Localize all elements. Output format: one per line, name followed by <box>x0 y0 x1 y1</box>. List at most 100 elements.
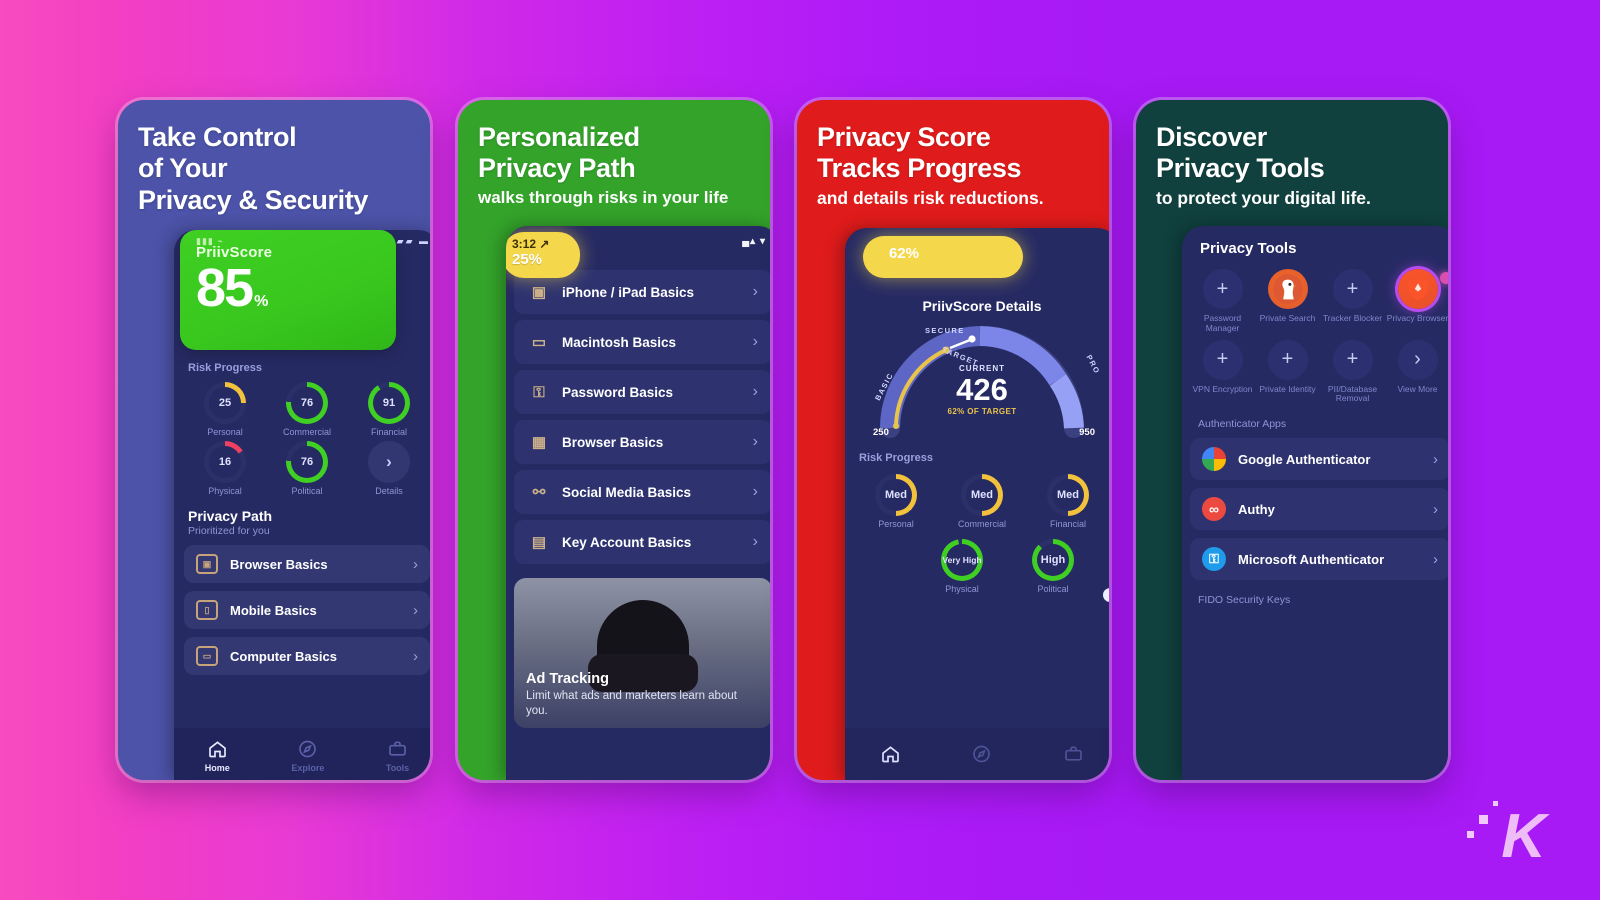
authenticator-apps-label: Authenticator Apps <box>1198 418 1287 431</box>
tool-vpn-encryption[interactable]: + VPN Encryption <box>1190 339 1255 405</box>
priivscore-unit: % <box>254 293 268 310</box>
scroll-handle-3[interactable] <box>1103 588 1109 602</box>
risk-ring-value: Med <box>885 489 907 501</box>
status-icons-1: ▰▰ ▬ <box>396 236 430 246</box>
laptop-icon: ▭ <box>531 334 547 351</box>
list-item-label: Social Media Basics <box>562 484 692 500</box>
list-item-password[interactable]: ⚿ Password Basics › <box>514 370 770 414</box>
risk-ring-value: Med <box>1057 489 1079 501</box>
tool-private-search[interactable]: Private Search <box>1255 269 1320 334</box>
risk-ring-financial[interactable]: 91 Financial <box>348 382 430 437</box>
authenticator-label: Authy <box>1238 501 1275 517</box>
tab-label: Home <box>204 763 230 773</box>
risk-ring-political[interactable]: 76 Political <box>266 441 348 496</box>
headline-line-1: Take Control <box>138 122 297 152</box>
progress-badge-2[interactable]: 3:12 ↗ 25% <box>506 232 580 278</box>
authy-icon: ∞ <box>1202 497 1226 522</box>
tab-tools[interactable]: Tools <box>386 739 409 773</box>
device-screen-4: Privacy Tools + Password Manager Private… <box>1182 226 1448 780</box>
tool-label: VPN Encryption <box>1192 383 1253 394</box>
privacy-path-item-computer[interactable]: ▭ Computer Basics › <box>184 637 430 675</box>
risk-ring-political[interactable]: High Political <box>995 539 1109 594</box>
headline-privacy-score: Privacy Score Tracks Progress and detail… <box>797 100 1109 209</box>
ad-tracking-card[interactable]: Ad Tracking Limit what ads and marketers… <box>514 578 770 728</box>
risk-ring-arc: 91 <box>368 382 410 424</box>
gauge-current-value: 426 <box>956 372 1008 407</box>
badge-percent: 25% <box>512 251 543 268</box>
tabbar-3 <box>845 728 1109 780</box>
tool-tracker-blocker[interactable]: + Tracker Blocker <box>1320 269 1385 334</box>
headline-line-1: Discover <box>1156 122 1267 152</box>
google-icon <box>1202 447 1226 472</box>
chevron-right-icon: › <box>752 283 758 300</box>
risk-ring-label: Physical <box>945 584 979 594</box>
risk-ring-personal[interactable]: 25 Personal <box>184 382 266 437</box>
privacy-path-item-browser[interactable]: ▣ Browser Basics › <box>184 545 430 583</box>
list-item-macintosh[interactable]: ▭ Macintosh Basics › <box>514 320 770 364</box>
tab-explore[interactable] <box>971 744 992 768</box>
plus-icon: + <box>1332 339 1373 380</box>
priivscore-gauge[interactable]: BASIC SECURE PRO TARGET CURRENT 426 62% … <box>845 320 1109 440</box>
risk-ring-label: Financial <box>1049 519 1087 529</box>
headline-sub: walks through risks in your life <box>478 187 729 207</box>
list-item-social-media[interactable]: ⚯ Social Media Basics › <box>514 470 770 514</box>
risk-progress-grid-3-row1: Med Personal Med Commercial Med Financia… <box>845 470 1109 529</box>
toolbox-icon <box>1063 744 1084 768</box>
risk-ring-value: Very High <box>942 554 982 565</box>
tool-pii-database-removal[interactable]: + PII/Database Removal <box>1320 339 1385 405</box>
privacy-path-item-mobile[interactable]: ▯ Mobile Basics › <box>184 591 430 629</box>
chevron-right-icon: › <box>413 601 418 619</box>
tool-privacy-browser[interactable]: Privacy Browser <box>1385 269 1448 334</box>
tab-home[interactable]: Home <box>205 739 230 773</box>
risk-ring-commercial[interactable]: Med Commercial <box>939 474 1025 529</box>
headline-line-1: Personalized <box>478 122 640 152</box>
notification-dot <box>1440 272 1448 284</box>
chevron-right-icon: › <box>752 333 758 350</box>
tool-view-more[interactable]: › View More <box>1385 339 1448 405</box>
chevron-right-icon: › <box>368 441 410 483</box>
risk-ring-personal[interactable]: Med Personal <box>853 474 939 529</box>
plus-icon: + <box>1202 339 1243 380</box>
phone-privacy-score: Privacy Score Tracks Progress and detail… <box>797 100 1109 780</box>
progress-badge-3[interactable]: 62% <box>863 236 1023 278</box>
risk-ring-value: High <box>1040 554 1066 566</box>
tool-private-identity[interactable]: + Private Identity <box>1255 339 1320 405</box>
knowtechie-watermark: K <box>1444 788 1554 868</box>
risk-details-button[interactable]: › Details <box>348 441 430 496</box>
tab-label: Explore <box>291 763 325 773</box>
tab-home[interactable] <box>880 744 901 768</box>
headline-sub: and details risk reductions. <box>817 187 1044 208</box>
authenticator-authy[interactable]: ∞ Authy › <box>1190 488 1448 531</box>
device-screen-1: ▮▮▮ ⌁ PriivScore 85% ▰▰ ▬ ? Risk Progres… <box>174 230 430 780</box>
risk-ring-label: Personal <box>878 519 914 529</box>
tab-explore[interactable]: Explore <box>291 739 324 773</box>
mobile-icon: ▯ <box>196 600 218 620</box>
risk-ring-commercial[interactable]: 76 Commercial <box>266 382 348 437</box>
risk-ring-financial[interactable]: Med Financial <box>1025 474 1109 529</box>
priivscore-value: 85% <box>196 258 268 318</box>
priivscore-card[interactable]: ▮▮▮ ⌁ PriivScore 85% <box>180 230 396 350</box>
device-screen-3: 62% PriivScore Details BASIC SECURE PRO … <box>845 228 1109 780</box>
authenticator-microsoft[interactable]: ⚿ Microsoft Authenticator › <box>1190 538 1448 581</box>
tool-password-manager[interactable]: + Password Manager <box>1190 269 1255 334</box>
risk-ring-label: Political <box>1037 584 1069 594</box>
authenticator-google[interactable]: Google Authenticator › <box>1190 438 1448 481</box>
list-item-browser[interactable]: ▦ Browser Basics › <box>514 420 770 464</box>
risk-ring-arc: 76 <box>286 382 328 424</box>
risk-progress-title-3: Risk Progress <box>859 452 933 464</box>
tab-tools[interactable] <box>1063 744 1084 768</box>
authenticator-label: Microsoft Authenticator <box>1238 551 1385 567</box>
risk-ring-physical[interactable]: 16 Physical <box>184 441 266 496</box>
chevron-right-icon: › <box>752 433 758 450</box>
badge-percent: 62% <box>889 245 920 262</box>
headline-line-2: Tracks Progress <box>817 153 1022 184</box>
headline-sub: to protect your digital life. <box>1156 187 1371 208</box>
phone-privacy-tools: Discover Privacy Tools to protect your d… <box>1136 100 1448 780</box>
headline-line-2: Privacy Tools <box>1156 153 1325 184</box>
watermark-letter: K <box>1501 802 1546 871</box>
toolbox-icon <box>387 739 408 763</box>
compass-icon <box>971 744 992 768</box>
risk-ring-label: Physical <box>208 486 242 496</box>
risk-ring-label: Commercial <box>282 427 331 437</box>
list-item-key-account[interactable]: ▤ Key Account Basics › <box>514 520 770 564</box>
